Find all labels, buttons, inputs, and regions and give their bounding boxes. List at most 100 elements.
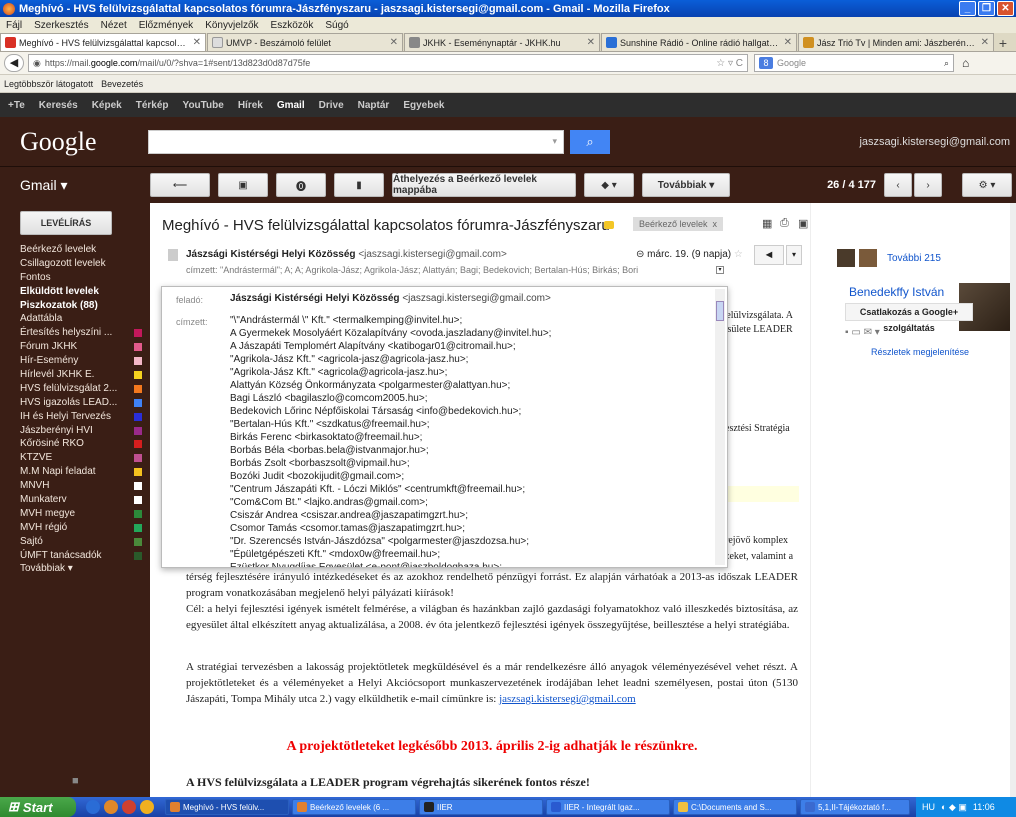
newer-button[interactable]: ‹ [884, 173, 912, 197]
menu-file[interactable]: Fájl [0, 20, 28, 31]
sidebar-folder[interactable]: Kőrösiné RKO [20, 437, 146, 451]
sidebar-folder[interactable]: Piszkozatok (88) [20, 299, 146, 313]
sender-name[interactable]: Jászsági Kistérségi Helyi Közösség [186, 249, 356, 260]
label-color-swatch[interactable] [134, 468, 142, 477]
recipient-item[interactable]: Csiszár Andrea <csiszar.andrea@jaszapati… [230, 509, 705, 522]
start-button[interactable]: ⊞ Start [0, 797, 76, 817]
more-message-options-button[interactable]: ▾ [786, 245, 802, 265]
recipient-item[interactable]: "Agrikola-Jász Kft." <agricola@agricola-… [230, 366, 705, 379]
menu-bookmarks[interactable]: Könyvjelzők [199, 20, 264, 31]
gbar-calendar[interactable]: Naptár [358, 100, 390, 111]
report-spam-button[interactable]: ⓿ [276, 173, 326, 197]
reply-button[interactable]: ◄ [754, 245, 784, 265]
gbar-plus[interactable]: +Te [8, 100, 25, 111]
delete-button[interactable]: ▮ [334, 173, 384, 197]
back-button[interactable]: ◀ [4, 54, 24, 72]
recipient-item[interactable]: "Com&Com Bt." <lajko.andras@gmail.com>; [230, 496, 705, 509]
avatar[interactable] [837, 249, 855, 267]
sidebar-folder[interactable]: KTZVE [20, 451, 146, 465]
language-indicator[interactable]: HU [922, 802, 935, 812]
archive-button[interactable]: ▣ [218, 173, 268, 197]
tab-close-icon[interactable]: ✕ [784, 37, 792, 48]
recipient-item[interactable]: Birkás Ferenc <birkasoktato@freemail.hu>… [230, 431, 705, 444]
sidebar-folder[interactable]: Sajtó [20, 535, 146, 549]
tab-gmail[interactable]: Meghívó - HVS felülvizsgálattal kapcsola… [0, 33, 206, 51]
account-email[interactable]: jaszsagi.kistersegi@gmail.com [859, 136, 1016, 148]
chat-icon[interactable]: ■ [72, 775, 79, 787]
sidebar-folder[interactable]: MVH megye [20, 507, 146, 521]
label-color-swatch[interactable] [134, 509, 142, 518]
menu-help[interactable]: Súgó [319, 20, 354, 31]
gbar-gmail[interactable]: Gmail [277, 100, 305, 111]
email-link[interactable]: jaszsagi.kistersegi@gmail.com [499, 693, 636, 705]
mail-search-input[interactable]: ▾ [148, 129, 564, 154]
page-scrollbar[interactable] [1010, 203, 1016, 797]
label-color-swatch[interactable] [134, 384, 142, 393]
print-all-icon[interactable]: ⎙ [780, 217, 792, 229]
home-icon[interactable]: ⌂ [962, 56, 969, 70]
recipients-summary[interactable]: címzett: "Andrástermál"; A; A; Agrikola-… [186, 265, 716, 275]
gmail-menu[interactable]: Gmail ▾ [0, 177, 150, 194]
label-color-swatch[interactable] [134, 426, 142, 435]
recipient-item[interactable]: Ezüstkor Nyugdíjas Egyesület <e-pont@jas… [230, 561, 705, 567]
bookmark-star-icon[interactable]: ☆ ▿ C [716, 58, 743, 69]
gbar-youtube[interactable]: YouTube [183, 100, 224, 111]
label-color-swatch[interactable] [134, 371, 142, 380]
tab-close-icon[interactable]: ✕ [390, 37, 398, 48]
sidebar-folder[interactable]: Fontos [20, 271, 146, 285]
sidebar-folder[interactable]: Adattábla [20, 312, 146, 326]
sidebar-folder[interactable]: Csillagozott levelek [20, 257, 146, 271]
avatar[interactable] [859, 249, 877, 267]
tab-sunshine[interactable]: Sunshine Rádió - Online rádió hallgatás … [601, 33, 797, 51]
tab-jkhk[interactable]: JKHK - Eseménynaptár - JKHK.hu ✕ [404, 33, 600, 51]
taskbar-item[interactable]: IIER - Integrált Igaz... [546, 799, 670, 815]
label-color-swatch[interactable] [134, 482, 142, 491]
sidebar-folder[interactable]: MNVH [20, 479, 146, 493]
taskbar-item[interactable]: C:\Documents and S... [673, 799, 797, 815]
chevron-down-icon[interactable]: ▾ [875, 327, 880, 338]
email-icon[interactable]: ✉ [864, 327, 872, 338]
minimize-button[interactable]: _ [959, 1, 976, 16]
labels-button[interactable]: ◆ ▾ [584, 173, 634, 197]
bookmark-most-visited[interactable]: Legtöbbször látogatott [4, 79, 93, 89]
tray-icons[interactable]: ◐ ◆ ▣ [941, 802, 967, 813]
move-to-inbox-button[interactable]: Áthelyezés a Beérkező levelek mappába [392, 173, 576, 197]
recipient-item[interactable]: "Bertalan-Hús Kft." <szdkatus@freemail.h… [230, 418, 705, 431]
sidebar-folder[interactable]: Továbbiak ▾ [20, 562, 146, 576]
label-color-swatch[interactable] [134, 343, 142, 352]
recipient-item[interactable]: "\"Andrástermál \" Kft." <termalkemping@… [230, 314, 705, 327]
label-color-swatch[interactable] [134, 329, 142, 338]
close-window-button[interactable]: ✕ [997, 1, 1014, 16]
sidebar-folder[interactable]: IH és Helyi Tervezés [20, 410, 146, 424]
popup-scroll-thumb[interactable] [716, 301, 724, 321]
sidebar-folder[interactable]: Értesítés helyszíni ... [20, 326, 146, 340]
expand-recipients-icon[interactable]: ▾ [716, 266, 724, 274]
sidebar-folder[interactable]: Fórum JKHK [20, 340, 146, 354]
recipient-item[interactable]: Borbás Zsolt <borbaszsolt@vipmail.hu>; [230, 457, 705, 470]
recipient-item[interactable]: Bozóki Judit <bozokijudit@gmail.com>; [230, 470, 705, 483]
recipient-item[interactable]: "Centrum Jászapáti Kft. - Lóczi Miklós" … [230, 483, 705, 496]
gbar-maps[interactable]: Térkép [136, 100, 169, 111]
popup-scrollbar[interactable] [715, 289, 725, 565]
label-color-swatch[interactable] [134, 440, 142, 449]
label-color-swatch[interactable] [134, 454, 142, 463]
mail-search-button[interactable]: ⌕ [570, 129, 610, 154]
sidebar-folder[interactable]: Hír-Esemény [20, 354, 146, 368]
sidebar-folder[interactable]: HVS igazolás LEAD... [20, 396, 146, 410]
label-chip[interactable]: Beérkező levelek x [633, 217, 724, 231]
video-icon[interactable]: ▭ [851, 327, 860, 338]
search-options-dropdown-icon[interactable]: ▾ [552, 136, 557, 147]
taskbar-item[interactable]: IIER [419, 799, 543, 815]
bookmark-intro[interactable]: Bevezetés [101, 79, 143, 89]
chat-icon[interactable]: ▪ [845, 327, 849, 338]
label-color-swatch[interactable] [134, 357, 142, 366]
label-color-swatch[interactable] [134, 496, 142, 505]
taskbar-item[interactable]: Meghívó - HVS felülv... [165, 799, 289, 815]
sidebar-folder[interactable]: Munkaterv [20, 493, 146, 507]
back-to-list-button[interactable]: ⟵ [150, 173, 210, 197]
settings-button[interactable]: ⚙ ▾ [962, 173, 1012, 197]
gbar-drive[interactable]: Drive [319, 100, 344, 111]
menu-history[interactable]: Előzmények [133, 20, 199, 31]
recipient-item[interactable]: Borbás Béla <borbas.bela@istvanmajor.hu>… [230, 444, 705, 457]
menu-edit[interactable]: Szerkesztés [28, 20, 94, 31]
